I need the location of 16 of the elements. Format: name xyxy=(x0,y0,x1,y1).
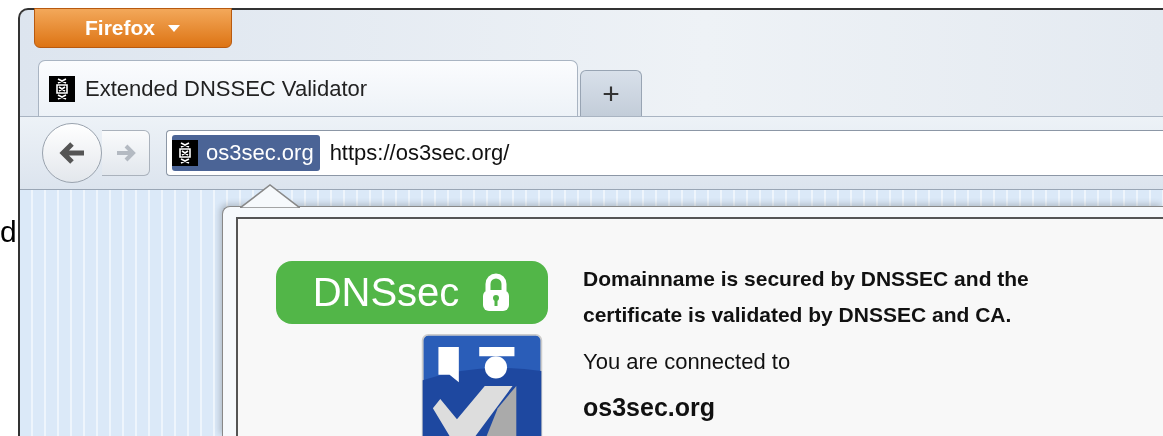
back-arrow-icon xyxy=(58,141,86,165)
back-button[interactable] xyxy=(42,123,102,183)
favicon-icon xyxy=(49,75,75,102)
favicon-icon xyxy=(172,140,198,166)
cut-off-text: d xyxy=(0,214,17,250)
connection-label: You are connected to xyxy=(583,349,792,375)
forward-arrow-icon xyxy=(114,143,137,163)
status-message: Domainname is secured by DNSSEC and the certificate is validated by DNSSEC and CA. xyxy=(583,266,1030,328)
dnssec-badge: DNSsec xyxy=(276,261,548,325)
site-identity-button[interactable]: os3sec.org xyxy=(172,135,320,171)
lock-icon xyxy=(481,272,512,313)
domain-name: os3sec.org xyxy=(583,393,716,422)
address-field[interactable]: os3sec.org https://os3sec.org/ xyxy=(166,130,1163,176)
new-tab-button[interactable]: + xyxy=(580,70,642,116)
browser-tab[interactable]: Extended DNSSEC Validator xyxy=(38,60,578,116)
caret-icon xyxy=(167,23,181,33)
